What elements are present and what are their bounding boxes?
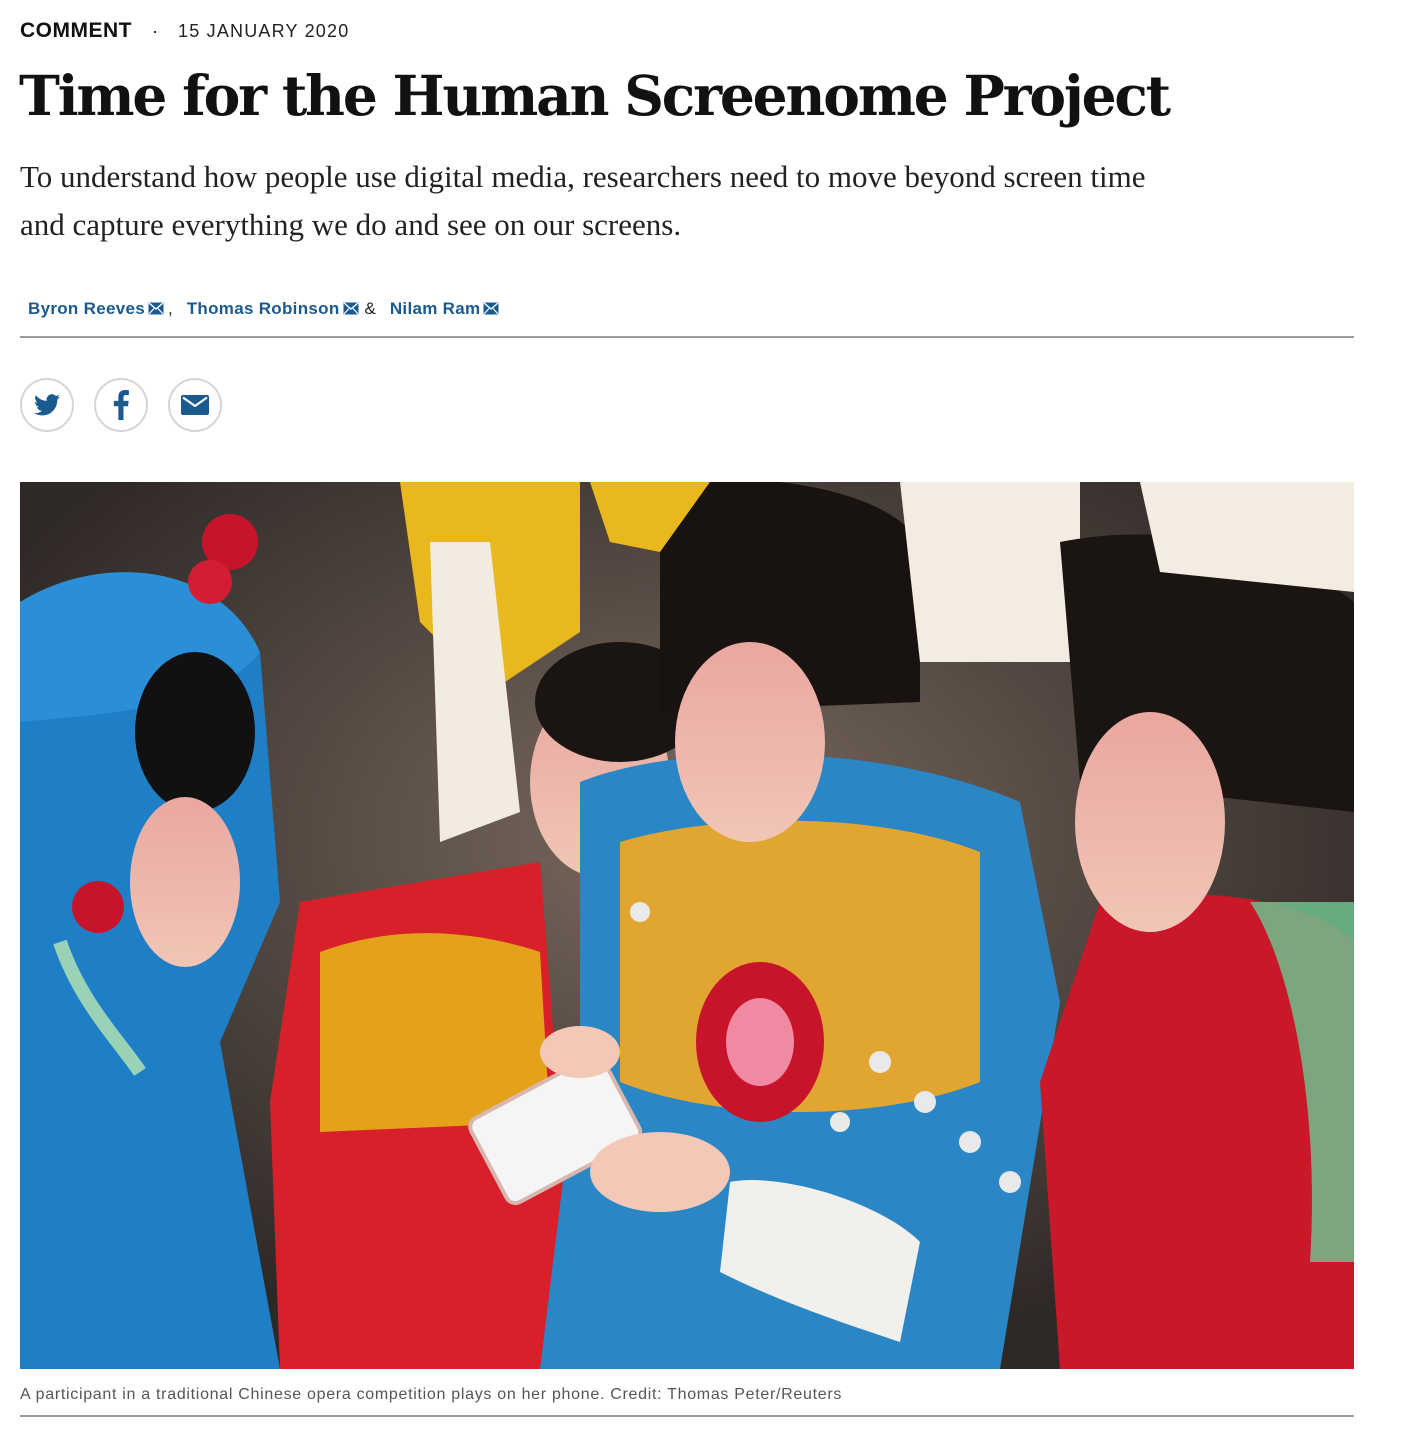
article-type-label: COMMENT	[20, 19, 132, 42]
article-title: Time for the Human Screenome Project	[19, 63, 1171, 128]
author-byron-reeves[interactable]: Byron Reeves	[28, 299, 164, 320]
divider	[20, 336, 1354, 338]
mail-icon[interactable]	[343, 300, 359, 320]
article-hero-image	[20, 482, 1354, 1369]
share-twitter-button[interactable]	[20, 378, 74, 432]
share-bar	[20, 378, 222, 432]
author-name[interactable]: Nilam Ram	[390, 299, 481, 319]
author-separator: &	[364, 299, 376, 318]
article-meta: COMMENT · 15 JANUARY 2020	[20, 17, 349, 45]
mail-icon[interactable]	[483, 300, 499, 320]
author-nilam-ram[interactable]: Nilam Ram	[390, 299, 500, 320]
twitter-icon	[34, 394, 60, 416]
email-icon	[181, 395, 209, 415]
figure-caption: A participant in a traditional Chinese o…	[20, 1386, 843, 1403]
author-name[interactable]: Byron Reeves	[28, 299, 145, 319]
mail-icon[interactable]	[148, 300, 164, 320]
share-facebook-button[interactable]	[94, 378, 148, 432]
meta-separator: ·	[152, 20, 158, 41]
opera-photo-illustration	[20, 482, 1354, 1369]
share-email-button[interactable]	[168, 378, 222, 432]
publication-date: 15 JANUARY 2020	[178, 20, 350, 41]
author-list: Byron Reeves , Thomas Robinson & Nilam R…	[28, 296, 499, 322]
divider	[20, 1415, 1354, 1417]
author-thomas-robinson[interactable]: Thomas Robinson	[187, 299, 359, 320]
facebook-icon	[113, 390, 129, 420]
author-separator: ,	[168, 299, 173, 318]
author-name[interactable]: Thomas Robinson	[187, 299, 340, 319]
article-standfirst: To understand how people use digital med…	[20, 159, 1146, 242]
